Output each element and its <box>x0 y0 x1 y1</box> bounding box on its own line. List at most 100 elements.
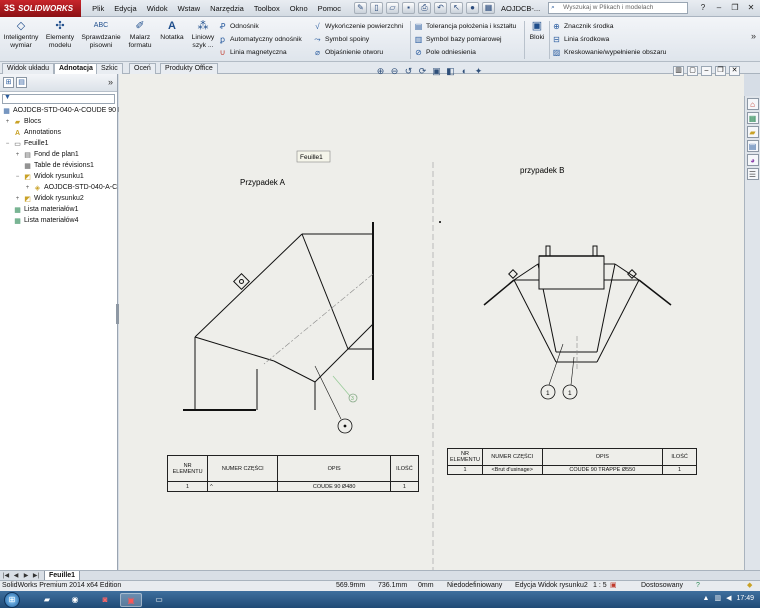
next-sheet-icon[interactable]: ▶ <box>22 572 30 580</box>
status-scale[interactable]: 1 : 5 <box>593 581 607 591</box>
save-icon[interactable]: ▪ <box>401 2 415 14</box>
menu-tools[interactable]: Narzędzia <box>205 0 249 17</box>
format-painter-button[interactable]: ✐ Malarz formatu <box>124 19 156 50</box>
surface-finish-button[interactable]: √ Wykończenie powierzchni <box>313 20 403 33</box>
feature-tree-icon[interactable]: ⊞ <box>3 77 14 88</box>
table-row[interactable]: 1 <Brut d'usinage> COUDE 90 TRAPPE Ø550 … <box>447 465 697 475</box>
solidworks-taskbar-icon[interactable]: ▣ <box>120 593 142 607</box>
tree-item-bom1[interactable]: ▦ Lista materiałów1 <box>4 205 78 215</box>
smart-dimension-button[interactable]: ◇ Inteligentny wymiar <box>2 19 40 50</box>
custom-properties-icon[interactable]: ☰ <box>746 168 759 180</box>
volume-icon[interactable]: ◀ <box>726 594 731 602</box>
tree-item-drawing-view1[interactable]: − ◩ Widok rysunku1 <box>14 172 84 182</box>
center-mark-button[interactable]: ⊕ Znacznik środka <box>552 20 666 33</box>
clock[interactable]: 17:49 <box>736 595 754 602</box>
options-icon[interactable]: ▦ <box>481 2 495 14</box>
weld-symbol-button[interactable]: ⤳ Symbol spoiny <box>313 33 403 46</box>
tab-view-layout[interactable]: Widok układu <box>2 63 55 74</box>
datum-feature-button[interactable]: ▥ Symbol bazy pomiarowej <box>414 33 516 46</box>
tree-item-revision-table[interactable]: ▦ Table de révisions1 <box>14 161 94 171</box>
last-sheet-icon[interactable]: ▶| <box>32 572 40 580</box>
start-button[interactable]: ⊞ <box>4 592 20 608</box>
expand-panel-icon[interactable]: » <box>108 77 113 87</box>
spell-check-button[interactable]: ABC Sprawdzanie pisowni <box>80 19 122 50</box>
menu-window[interactable]: Okno <box>285 0 313 17</box>
model-items-button[interactable]: ✣ Elementy modelu <box>44 19 76 50</box>
window-controls: ? – ❐ ✕ <box>696 2 758 14</box>
solidworks-logo[interactable]: 3S SOLIDWORKS <box>0 0 82 17</box>
resources-icon[interactable]: ⌂ <box>746 98 759 110</box>
bom-header-row: NR ELEMENTU NUMER CZĘŚCI OPIS ILOŚĆ <box>447 448 697 466</box>
toolbar-overflow-icon[interactable]: » <box>751 31 756 41</box>
select-icon[interactable]: ↖ <box>449 2 463 14</box>
geometric-tolerance-button[interactable]: ▤ Tolerancja położenia i kształtu <box>414 20 517 33</box>
menu-edit[interactable]: Edycja <box>109 0 142 17</box>
tree-item-drawing-view2[interactable]: + ◩ Widok rysunku2 <box>14 194 84 204</box>
tab-annotation[interactable]: Adnotacja <box>54 63 98 74</box>
expand-icon[interactable]: + <box>14 194 21 204</box>
explorer-taskbar-icon[interactable]: ▰ <box>36 593 58 607</box>
property-manager-icon[interactable]: ▤ <box>16 77 27 88</box>
collapse-icon[interactable]: − <box>4 139 11 149</box>
menu-insert[interactable]: Wstaw <box>173 0 206 17</box>
centerline-button[interactable]: ⊟ Linia środkowa <box>552 33 666 46</box>
tree-item-annotations[interactable]: A Annotations <box>4 128 61 138</box>
magnetic-line-button[interactable]: ∪ Linia magnetyczna <box>218 46 302 59</box>
appearances-icon[interactable]: ◕ <box>746 154 759 166</box>
bom-table-a[interactable]: NR ELEMENTU NUMER CZĘŚCI OPIS ILOŚĆ 1 ^ … <box>166 455 420 492</box>
minimize-button[interactable]: – <box>712 2 726 14</box>
blocks-button[interactable]: ▣ Bloki <box>527 19 547 42</box>
view-palette-icon[interactable]: ▤ <box>746 140 759 152</box>
rebuild-icon[interactable]: ▣ <box>610 581 617 591</box>
tree-item-part[interactable]: + ◈ AOJDCB-STD-040-A-C <box>24 183 117 193</box>
auto-balloon-button[interactable]: ꝑ Automatyczny odnośnik <box>218 33 302 46</box>
new-document-icon[interactable]: ▯ <box>369 2 383 14</box>
open-icon[interactable]: ▱ <box>385 2 399 14</box>
help-icon[interactable]: ? <box>696 2 710 14</box>
tree-item-bom4[interactable]: ▦ Lista materiałów4 <box>4 216 78 226</box>
note-button[interactable]: A Notatka <box>157 19 187 42</box>
tab-evaluate[interactable]: Oceń <box>129 63 156 74</box>
close-button[interactable]: ✕ <box>744 2 758 14</box>
table-row[interactable]: 1 ^ COUDE 90 Ø480 1 <box>166 481 420 492</box>
restore-button[interactable]: ❐ <box>728 2 742 14</box>
expand-icon[interactable]: + <box>24 183 31 193</box>
language-icon[interactable]: ▲ <box>703 595 710 602</box>
network-icon[interactable]: ▥ <box>714 594 721 602</box>
area-hatch-button[interactable]: ▨ Kreskowanie/wypełnienie obszaru <box>552 46 667 59</box>
hole-callout-button[interactable]: ⌀ Objaśnienie otworu <box>313 46 403 59</box>
tab-office-products[interactable]: Produkty Office <box>160 63 218 74</box>
menu-toolbox[interactable]: Toolbox <box>249 0 285 17</box>
design-library-icon[interactable]: ▦ <box>746 112 759 124</box>
datum-target-button[interactable]: ⊘ Pole odniesienia <box>414 46 516 59</box>
prev-sheet-icon[interactable]: ◀ <box>12 572 20 580</box>
print-icon[interactable]: ⎙ <box>417 2 431 14</box>
undo-icon[interactable]: ↶ <box>433 2 447 14</box>
file-explorer-icon[interactable]: ▰ <box>746 126 759 138</box>
expand-icon[interactable]: + <box>4 117 11 127</box>
pdf-taskbar-icon[interactable]: ◙ <box>94 593 116 607</box>
bom-table-b[interactable]: NR ELEMENTU NUMER CZĘŚCI OPIS ILOŚĆ 1 <B… <box>447 448 697 475</box>
search-input[interactable]: ⌕ Wyszukaj w Plikach i modelach <box>548 2 689 14</box>
tab-sketch[interactable]: Szkic <box>96 63 123 74</box>
expand-icon[interactable]: + <box>14 150 21 160</box>
tree-item-sheet-format[interactable]: + ▤ Fond de plan1 <box>14 150 79 160</box>
menu-file[interactable]: Plik <box>87 0 109 17</box>
first-sheet-icon[interactable]: |◀ <box>2 572 10 580</box>
collapse-icon[interactable]: − <box>14 172 21 182</box>
menu-help[interactable]: Pomoc <box>313 0 346 17</box>
linear-pattern-button[interactable]: ⁂ Liniowy szyk ... <box>188 19 218 50</box>
tree-item-sheet[interactable]: − ▭ Feuille1 <box>4 139 49 149</box>
status-units[interactable]: Dostosowany <box>641 581 683 591</box>
status-help[interactable]: ? <box>696 581 700 591</box>
menu-view[interactable]: Widok <box>142 0 173 17</box>
tree-filter-input[interactable]: ▼ <box>2 94 115 104</box>
tree-item-root[interactable]: ▦ AOJDCB-STD-040-A-COUDE 90 I <box>2 106 120 116</box>
browser-taskbar-icon[interactable]: ◉ <box>64 593 86 607</box>
balloon-button[interactable]: Ꝓ Odnośnik <box>218 20 302 33</box>
traffic-light-icon[interactable]: ● <box>465 2 479 14</box>
window-taskbar-icon[interactable]: ▭ <box>148 593 170 607</box>
tree-item-blocks[interactable]: + ▰ Blocs <box>4 117 41 127</box>
tooltip-icon[interactable]: ◆ <box>747 581 752 591</box>
pin-icon[interactable]: ✎ <box>353 2 367 14</box>
